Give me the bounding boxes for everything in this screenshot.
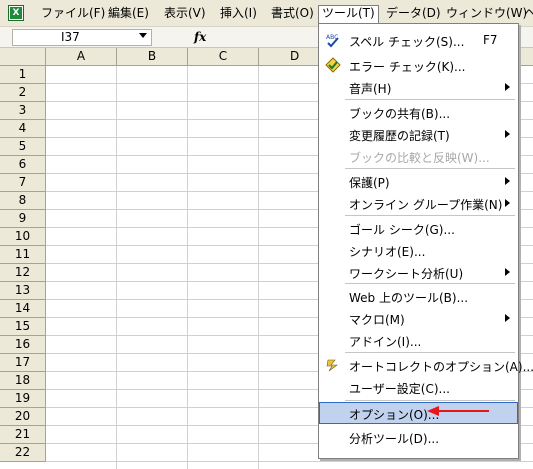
menu-format[interactable]: 書式(O) xyxy=(271,6,314,24)
tools-menu-item[interactable]: ブックの共有(B)... xyxy=(319,101,518,123)
tools-menu-item[interactable]: エラー チェック(K)... xyxy=(319,54,518,76)
tools-menu-item[interactable]: 分析ツール(D)... xyxy=(319,426,518,448)
gridline xyxy=(46,461,533,462)
row-header[interactable]: 19 xyxy=(0,390,46,408)
row-header[interactable]: 14 xyxy=(0,300,46,318)
menu-item-label: シナリオ(E)... xyxy=(349,245,426,259)
column-header-d-label: D xyxy=(290,49,300,63)
menu-item-shortcut: F7 xyxy=(483,33,498,47)
tools-menu-item[interactable]: オートコレクトのオプション(A)... xyxy=(319,354,533,376)
row-header[interactable]: 2 xyxy=(0,84,46,102)
menu-item-label: スペル チェック(S)... xyxy=(349,35,465,49)
name-box[interactable]: I37 xyxy=(12,29,152,46)
row-header[interactable]: 1 xyxy=(0,66,46,84)
tools-menu-item[interactable]: ワークシート分析(U) xyxy=(319,261,518,283)
row-header[interactable]: 9 xyxy=(0,210,46,228)
tools-menu-item[interactable]: ゴール シーク(G)... xyxy=(319,217,518,239)
menu-data[interactable]: データ(D) xyxy=(386,6,441,24)
select-all-corner[interactable] xyxy=(0,48,46,66)
row-header[interactable]: 10 xyxy=(0,228,46,246)
gridline xyxy=(258,66,259,469)
column-header-a[interactable]: A xyxy=(46,48,117,66)
submenu-arrow-icon xyxy=(505,199,510,207)
menu-item-label: Web 上のツール(B)... xyxy=(349,291,469,305)
column-header-c[interactable]: C xyxy=(188,48,259,66)
function-icon[interactable]: fx xyxy=(194,30,206,44)
column-header-b[interactable]: B xyxy=(117,48,188,66)
menu-separator xyxy=(345,99,515,100)
submenu-arrow-icon xyxy=(505,314,510,322)
tools-menu-item[interactable]: アドイン(I)... xyxy=(319,329,518,351)
submenu-arrow-icon xyxy=(505,83,510,91)
tools-menu-item[interactable]: Web 上のツール(B)... xyxy=(319,285,518,307)
spell-check-icon: ABC xyxy=(325,32,341,48)
tools-menu-dropdown: ABC スペル チェック(S)... F7 エラー チェック(K)... 音声(H) ブッ… xyxy=(318,23,533,459)
menu-separator xyxy=(345,400,515,401)
menu-view[interactable]: 表示(V) xyxy=(164,6,206,24)
menu-separator xyxy=(345,352,515,353)
error-check-icon xyxy=(325,57,341,73)
tools-menu-item[interactable]: マクロ(M) xyxy=(319,307,518,329)
menu-separator xyxy=(345,168,515,169)
row-header[interactable]: 17 xyxy=(0,354,46,372)
row-header[interactable]: 6 xyxy=(0,156,46,174)
gridline xyxy=(116,66,117,469)
row-header[interactable]: 13 xyxy=(0,282,46,300)
tools-menu-item[interactable]: 音声(H) xyxy=(319,76,518,98)
row-header[interactable]: 16 xyxy=(0,336,46,354)
menu-file[interactable]: ファイル(F) xyxy=(41,6,105,24)
row-header[interactable]: 18 xyxy=(0,372,46,390)
row-header[interactable]: 15 xyxy=(0,318,46,336)
name-box-value: I37 xyxy=(61,30,80,44)
row-header[interactable]: 11 xyxy=(0,246,46,264)
tools-menu-item[interactable]: 変更履歴の記録(T) xyxy=(319,123,518,145)
row-header[interactable]: 22 xyxy=(0,444,46,462)
menu-insert[interactable]: 挿入(I) xyxy=(220,6,257,24)
menu-item-label: ブックの比較と反映(W)... xyxy=(349,151,490,165)
row-header[interactable]: 12 xyxy=(0,264,46,282)
menu-item-label: ゴール シーク(G)... xyxy=(349,223,455,237)
submenu-arrow-icon xyxy=(505,130,510,138)
menu-tools[interactable]: ツール(T) xyxy=(318,5,379,24)
menu-item-label: オートコレクトのオプション(A)... xyxy=(349,360,533,374)
annotation-arrow-icon xyxy=(427,406,489,416)
menu-item-label: オンライン グループ作業(N) xyxy=(349,198,503,212)
row-header[interactable]: 7 xyxy=(0,174,46,192)
submenu-arrow-icon xyxy=(505,268,510,276)
menu-item-label: 分析ツール(D)... xyxy=(349,432,440,446)
row-header[interactable]: 5 xyxy=(0,138,46,156)
name-box-dropdown-icon[interactable] xyxy=(139,33,147,38)
tools-menu-item: ブックの比較と反映(W)... xyxy=(319,145,518,167)
row-header[interactable]: 20 xyxy=(0,408,46,426)
excel-app-icon[interactable]: X xyxy=(8,5,24,21)
menu-item-label: マクロ(M) xyxy=(349,313,405,327)
menu-item-label: 変更履歴の記録(T) xyxy=(349,129,450,143)
menu-item-label: ユーザー設定(C)... xyxy=(349,382,450,396)
menu-item-label: エラー チェック(K)... xyxy=(349,60,466,74)
menu-item-label: ブックの共有(B)... xyxy=(349,107,451,121)
menu-separator xyxy=(345,283,515,284)
gridline xyxy=(187,66,188,469)
tools-menu-item[interactable]: ABC スペル チェック(S)... F7 xyxy=(319,29,518,51)
autocorrect-lightning-icon xyxy=(325,357,341,373)
menu-help[interactable]: ヘ xyxy=(524,6,533,24)
tools-menu-item[interactable]: オンライン グループ作業(N) xyxy=(319,192,518,214)
tools-menu-item[interactable]: ユーザー設定(C)... xyxy=(319,376,518,398)
menu-item-label: 音声(H) xyxy=(349,82,392,96)
menu-window[interactable]: ウィンドウ(W) xyxy=(446,6,527,24)
submenu-arrow-icon xyxy=(505,177,510,185)
menu-item-label: ワークシート分析(U) xyxy=(349,267,464,281)
menu-item-label: アドイン(I)... xyxy=(349,335,422,349)
menu-edit[interactable]: 編集(E) xyxy=(108,6,149,24)
tools-menu-item[interactable]: シナリオ(E)... xyxy=(319,239,518,261)
tools-menu-item[interactable]: 保護(P) xyxy=(319,170,518,192)
row-header[interactable]: 8 xyxy=(0,192,46,210)
menu-item-label: 保護(P) xyxy=(349,176,390,190)
row-header[interactable]: 21 xyxy=(0,426,46,444)
row-header[interactable]: 3 xyxy=(0,102,46,120)
menu-separator xyxy=(345,215,515,216)
row-header[interactable]: 4 xyxy=(0,120,46,138)
